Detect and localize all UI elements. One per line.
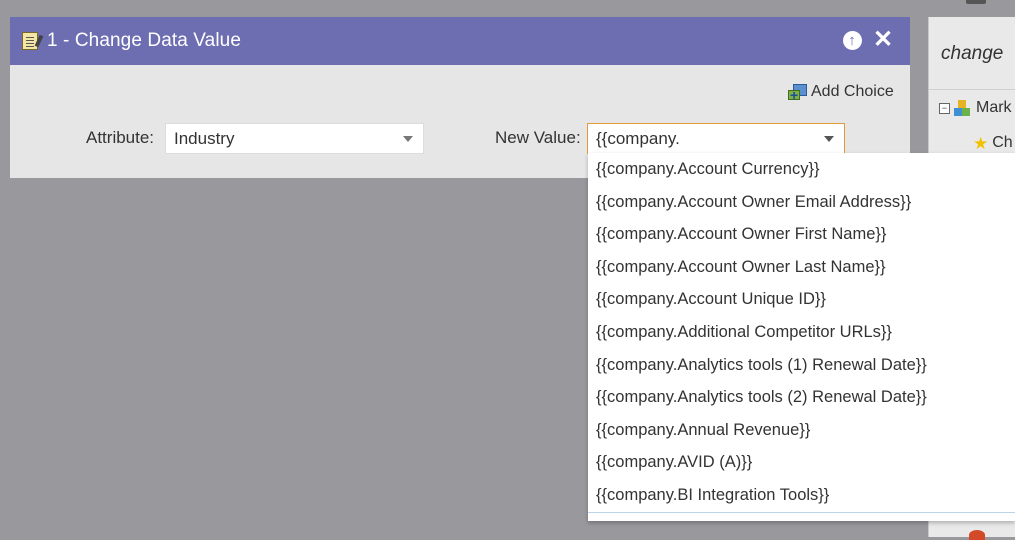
- dropdown-option[interactable]: {{company.Account Unique ID}}: [588, 283, 1015, 316]
- tree-item-label: Mark: [976, 99, 1012, 116]
- dropdown-option[interactable]: {{company.AVID (A)}}: [588, 446, 1015, 479]
- arrow-up-icon: ↑: [842, 30, 862, 50]
- tree-item-label: Ch: [992, 134, 1013, 151]
- step-title: 1 - Change Data Value: [47, 30, 241, 51]
- partial-icon: [969, 530, 985, 540]
- chevron-down-icon: [403, 136, 413, 142]
- add-choice-button[interactable]: + Add Choice: [788, 83, 894, 102]
- panel-search-text[interactable]: change: [941, 43, 1003, 65]
- tree-item-child[interactable]: ★ Ch: [973, 134, 1013, 152]
- toolbar-icon-partial: [966, 0, 986, 4]
- dropdown-option[interactable]: {{company.Account Owner First Name}}: [588, 218, 1015, 251]
- panel-divider: [929, 89, 1015, 90]
- dropdown-option[interactable]: {{company.BI Integration Tools}}: [588, 479, 1015, 512]
- collapse-icon[interactable]: −: [939, 102, 950, 114]
- step-header: 1 - Change Data Value ↑ ✕: [10, 17, 910, 65]
- tree-item-marketing[interactable]: − Mark: [939, 99, 1012, 117]
- new-value-input-text[interactable]: {{company.: [596, 129, 680, 149]
- dropdown-option[interactable]: {{company.Analytics tools (1) Renewal Da…: [588, 349, 1015, 382]
- new-value-label: New Value:: [495, 128, 581, 147]
- star-icon: ★: [973, 133, 989, 153]
- add-choice-label: Add Choice: [811, 83, 894, 100]
- chevron-down-icon[interactable]: [824, 136, 834, 142]
- move-up-button[interactable]: ↑: [841, 29, 863, 51]
- dropdown-option[interactable]: {{company.Account Currency}}: [588, 153, 1015, 186]
- attribute-label: Attribute:: [86, 128, 155, 147]
- dropdown-divider: [588, 512, 1015, 513]
- dropdown-option[interactable]: {{company.Annual Revenue}}: [588, 414, 1015, 447]
- edit-note-icon: [22, 32, 38, 50]
- attribute-select[interactable]: Industry: [165, 123, 424, 154]
- dropdown-option[interactable]: {{company.Account Owner Last Name}}: [588, 251, 1015, 284]
- blocks-icon: [954, 100, 972, 116]
- close-button[interactable]: ✕: [872, 26, 894, 53]
- close-icon: ✕: [872, 26, 894, 53]
- new-value-combobox[interactable]: {{company.: [587, 123, 845, 154]
- dropdown-option[interactable]: {{company.Additional Competitor URLs}}: [588, 316, 1015, 349]
- autocomplete-dropdown: {{company.Account Currency}} {{company.A…: [588, 153, 1015, 521]
- attribute-value: Industry: [174, 128, 235, 148]
- dropdown-option[interactable]: {{company.Account Owner Email Address}}: [588, 186, 1015, 219]
- dropdown-option[interactable]: {{company.Analytics tools (2) Renewal Da…: [588, 381, 1015, 414]
- add-choice-icon: +: [788, 83, 808, 102]
